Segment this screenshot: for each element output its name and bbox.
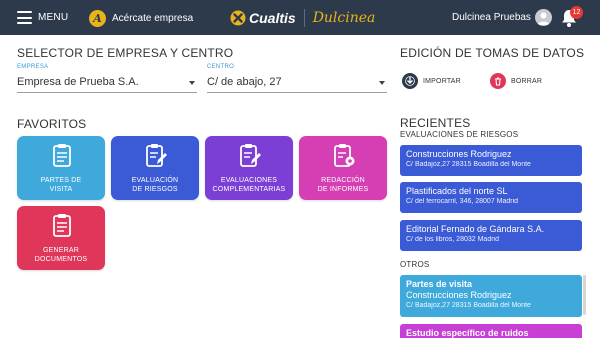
otros-category: Estudio específico de ruidos: [406, 328, 529, 338]
edicion-title: EDICIÓN DE TOMAS DE DATOS: [400, 46, 585, 60]
acercate-empresa-button[interactable]: A Acércate empresa: [89, 9, 193, 27]
brand-cualtis: Cualtis: [249, 10, 296, 26]
clipboard-list-icon: [53, 144, 71, 167]
otros-name: Construcciones Rodriguez: [406, 290, 512, 300]
tile-evaluacion-de-riesgos[interactable]: EVALUACIÓN DE RIESGOS: [111, 136, 199, 200]
importar-button[interactable]: IMPORTAR: [402, 73, 461, 89]
tile-label: EVALUACIONES COMPLEMENTARIAS: [212, 177, 286, 193]
empresa-select[interactable]: Empresa de Prueba S.A.: [17, 73, 197, 93]
reciente-name: Construcciones Rodriguez: [406, 149, 512, 159]
brand-logo: Cualtis Dulcinea: [230, 8, 375, 28]
centro-value: C/ de abajo, 27: [207, 76, 282, 88]
tile-partes-de-visita[interactable]: PARTES DE VISITA: [17, 136, 105, 200]
reciente-card[interactable]: Construcciones Rodriguez C/ Badajoz,27 2…: [400, 145, 582, 176]
otros-title: OTROS: [400, 260, 430, 269]
tile-label: REDACCIÓN DE INFORMES: [317, 177, 369, 193]
trash-icon: [490, 73, 506, 89]
acercate-label: Acércate empresa: [112, 12, 194, 24]
hamburger-menu-icon[interactable]: [17, 11, 32, 24]
empresa-label: EMPRESA: [17, 64, 49, 70]
empresa-value: Empresa de Prueba S.A.: [17, 76, 139, 88]
reciente-address: C/ Badajoz,27 28315 Boadilla del Monte: [406, 161, 531, 168]
reciente-name: Editorial Fernado de Gándara S.A.: [406, 224, 545, 234]
borrar-button[interactable]: BORRAR: [490, 73, 542, 89]
otros-category: Partes de visita: [406, 279, 473, 289]
tile-evaluaciones-complementarias[interactable]: EVALUACIONES COMPLEMENTARIAS: [205, 136, 293, 200]
avatar[interactable]: [535, 9, 552, 26]
notification-badge: 12: [570, 6, 583, 19]
user-avatar-icon: [537, 12, 550, 25]
clipboard-edit-icon: [146, 144, 167, 167]
importar-label: IMPORTAR: [423, 77, 461, 85]
otros-card[interactable]: Estudio específico de ruidos: [400, 324, 582, 338]
borrar-label: BORRAR: [511, 77, 543, 85]
recientes-title: RECIENTES: [400, 116, 471, 130]
otros-address: C/ Badajoz,27 28315 Boadilla del Monte: [406, 302, 531, 309]
chevron-down-icon: [379, 81, 385, 85]
tile-redaccion-de-informes[interactable]: REDACCIÓN DE INFORMES: [299, 136, 387, 200]
clipboard-gear-icon: [334, 144, 355, 167]
reciente-address: C/ del ferrocarril, 346, 28007 Madrid: [406, 198, 519, 205]
clipboard-edit-icon: [240, 144, 261, 167]
tile-label: EVALUACIÓN DE RIESGOS: [131, 177, 179, 193]
reciente-card[interactable]: Editorial Fernado de Gándara S.A. C/ de …: [400, 220, 582, 251]
reciente-card[interactable]: Plastificados del norte SL C/ del ferroc…: [400, 182, 582, 213]
scrollbar[interactable]: [583, 275, 586, 315]
top-bar: MENU A Acércate empresa Cualtis Dulcinea…: [0, 0, 600, 35]
user-name[interactable]: Dulcinea Pruebas: [452, 12, 531, 23]
centro-label: CENTRO: [207, 64, 235, 70]
brand-divider: [303, 9, 305, 27]
selector-title: SELECTOR DE EMPRESA Y CENTRO: [17, 46, 234, 60]
tile-label: PARTES DE VISITA: [40, 177, 82, 193]
acercate-logo-icon: A: [89, 9, 106, 27]
chevron-down-icon: [189, 81, 195, 85]
cualtis-logo-icon: [230, 10, 246, 26]
clipboard-list-icon: [53, 214, 71, 237]
brand-dulcinea: Dulcinea: [312, 10, 376, 26]
otros-card[interactable]: Partes de visita Construcciones Rodrigue…: [400, 275, 582, 317]
reciente-address: C/ de los libros, 28032 Madrid: [406, 236, 499, 243]
tile-generar-documentos[interactable]: GENERAR DOCUMENTOS: [17, 206, 105, 270]
recientes-subtitle: EVALUACIONES DE RIESGOS: [400, 130, 519, 139]
menu-label[interactable]: MENU: [38, 12, 68, 23]
reciente-name: Plastificados del norte SL: [406, 186, 508, 196]
centro-select[interactable]: C/ de abajo, 27: [207, 73, 387, 93]
favoritos-title: FAVORITOS: [17, 117, 87, 131]
import-icon: [402, 73, 418, 89]
tile-label: GENERAR DOCUMENTOS: [34, 247, 88, 263]
